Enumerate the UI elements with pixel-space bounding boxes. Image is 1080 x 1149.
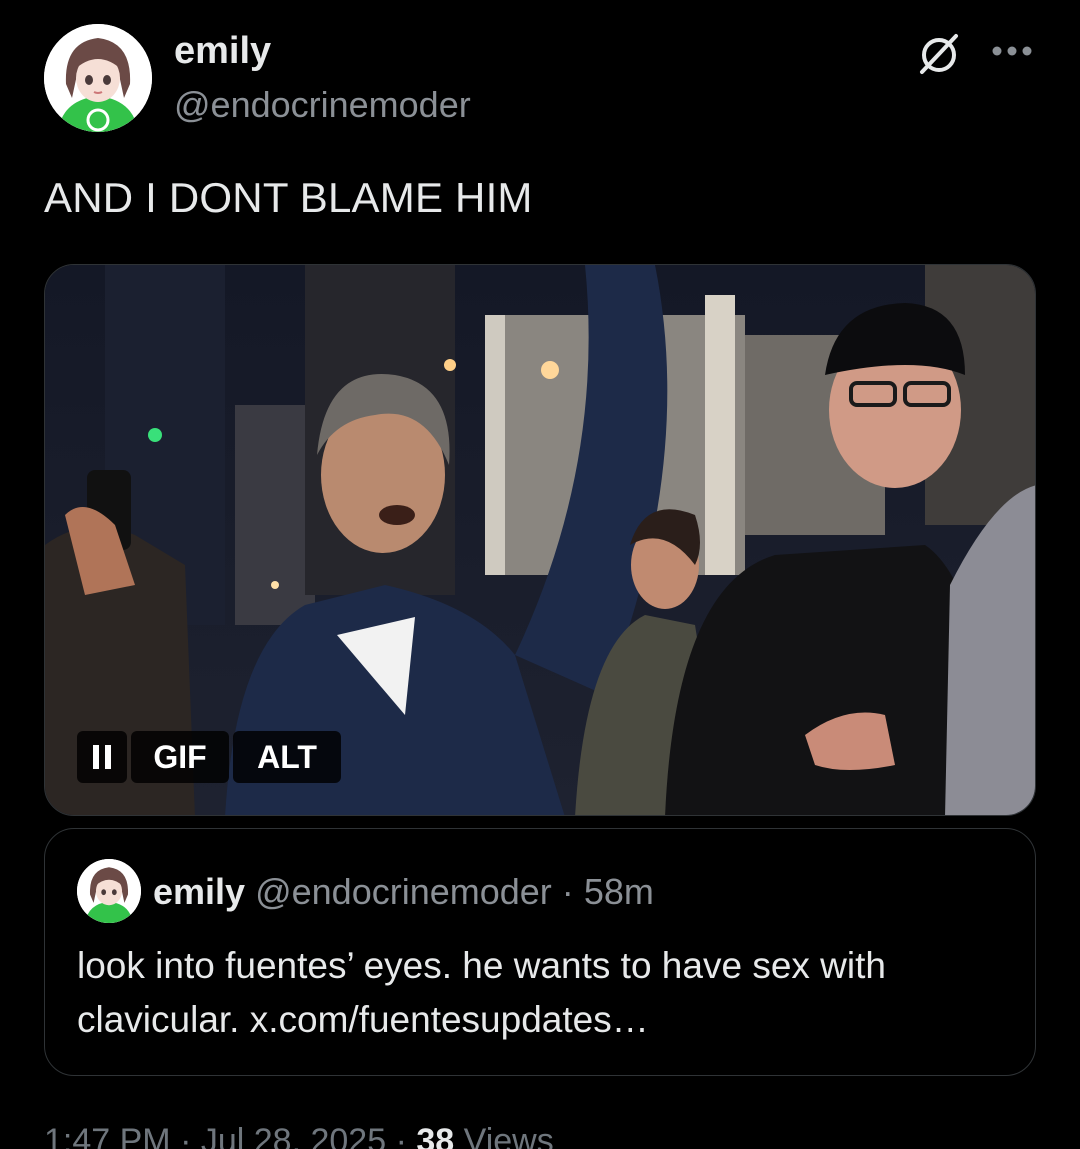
media-controls: GIF ALT	[77, 731, 341, 783]
quote-time: 58m	[583, 871, 654, 912]
tweet-text: AND I DONT BLAME HIM	[44, 174, 533, 221]
meta-separator: ·	[395, 1122, 407, 1149]
tweet-date: Jul 28, 2025	[200, 1122, 387, 1149]
quote-display-name[interactable]: emily	[153, 871, 245, 912]
meta-separator: ·	[180, 1122, 192, 1149]
anime-girl-avatar-icon	[77, 859, 141, 923]
alt-text-button[interactable]: ALT	[233, 731, 341, 783]
gif-badge: GIF	[131, 731, 229, 783]
author-display-name[interactable]: emily	[174, 30, 271, 73]
quote-separator: ·	[561, 871, 574, 912]
quote-text: look into fuentes’ eyes. he wants to hav…	[77, 945, 886, 1040]
pause-icon	[93, 745, 111, 769]
views-count[interactable]: 38	[416, 1122, 454, 1149]
tweet-detail: emily @endocrinemoder AND I DONT BLAME H…	[0, 0, 1080, 1149]
author-avatar[interactable]	[44, 24, 152, 132]
tweet-time: 1:47 PM	[44, 1122, 171, 1149]
author-handle[interactable]: @endocrinemoder	[174, 84, 471, 126]
quote-avatar	[77, 859, 141, 923]
tweet-media-gif[interactable]: GIF ALT	[44, 264, 1036, 816]
quoted-tweet-card[interactable]: emily @endocrinemoder · 58m look into fu…	[44, 828, 1036, 1076]
tweet-metadata: 1:47 PM · Jul 28, 2025 · 38 Views	[44, 1122, 554, 1149]
grok-slash-circle-icon[interactable]	[914, 28, 964, 78]
views-label: Views	[463, 1122, 554, 1149]
anime-girl-avatar-icon	[44, 24, 152, 132]
pause-button[interactable]	[77, 731, 127, 783]
more-horizontal-icon[interactable]	[990, 34, 1034, 68]
quote-header: emily @endocrinemoder · 58m	[153, 871, 654, 913]
quote-handle[interactable]: @endocrinemoder	[255, 871, 552, 912]
